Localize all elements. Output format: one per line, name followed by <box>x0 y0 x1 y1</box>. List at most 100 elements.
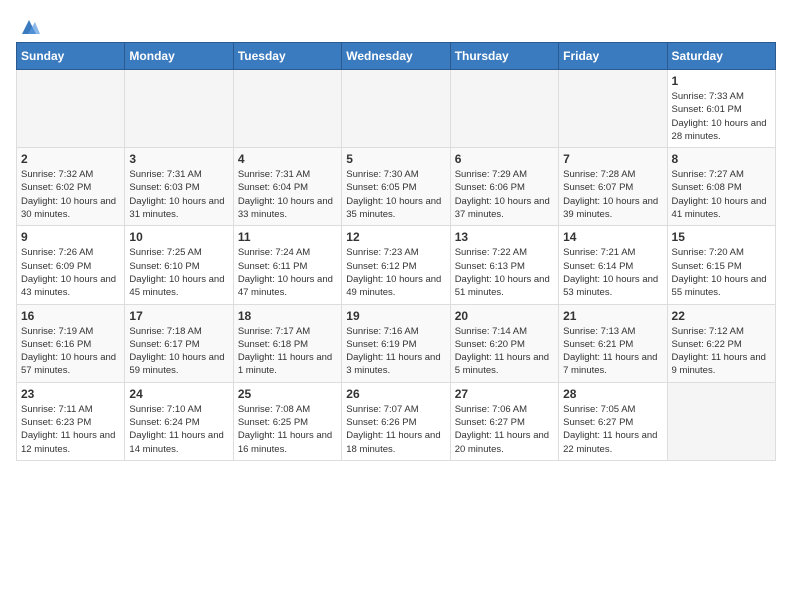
weekday-header: Wednesday <box>342 43 450 70</box>
calendar-cell <box>17 70 125 148</box>
day-number: 3 <box>129 152 228 166</box>
day-info: Sunrise: 7:23 AM Sunset: 6:12 PM Dayligh… <box>346 246 445 299</box>
calendar-cell: 18 Sunrise: 7:17 AM Sunset: 6:18 PM Dayli… <box>233 304 341 382</box>
calendar-cell: 5 Sunrise: 7:30 AM Sunset: 6:05 PM Daylig… <box>342 148 450 226</box>
day-info: Sunrise: 7:19 AM Sunset: 6:16 PM Dayligh… <box>21 325 120 378</box>
calendar-cell: 13 Sunrise: 7:22 AM Sunset: 6:13 PM Dayli… <box>450 226 558 304</box>
calendar-cell: 28 Sunrise: 7:05 AM Sunset: 6:27 PM Dayli… <box>559 382 667 460</box>
day-info: Sunrise: 7:14 AM Sunset: 6:20 PM Dayligh… <box>455 325 554 378</box>
day-info: Sunrise: 7:33 AM Sunset: 6:01 PM Dayligh… <box>672 90 771 143</box>
day-number: 22 <box>672 309 771 323</box>
day-info: Sunrise: 7:29 AM Sunset: 6:06 PM Dayligh… <box>455 168 554 221</box>
day-info: Sunrise: 7:11 AM Sunset: 6:23 PM Dayligh… <box>21 403 120 456</box>
day-info: Sunrise: 7:32 AM Sunset: 6:02 PM Dayligh… <box>21 168 120 221</box>
day-number: 12 <box>346 230 445 244</box>
calendar-cell: 22 Sunrise: 7:12 AM Sunset: 6:22 PM Dayli… <box>667 304 775 382</box>
day-info: Sunrise: 7:22 AM Sunset: 6:13 PM Dayligh… <box>455 246 554 299</box>
calendar-cell: 10 Sunrise: 7:25 AM Sunset: 6:10 PM Dayli… <box>125 226 233 304</box>
calendar-cell: 27 Sunrise: 7:06 AM Sunset: 6:27 PM Dayli… <box>450 382 558 460</box>
calendar-cell: 25 Sunrise: 7:08 AM Sunset: 6:25 PM Dayli… <box>233 382 341 460</box>
day-number: 10 <box>129 230 228 244</box>
day-number: 23 <box>21 387 120 401</box>
day-info: Sunrise: 7:05 AM Sunset: 6:27 PM Dayligh… <box>563 403 662 456</box>
calendar-cell: 7 Sunrise: 7:28 AM Sunset: 6:07 PM Daylig… <box>559 148 667 226</box>
calendar-week-row: 16 Sunrise: 7:19 AM Sunset: 6:16 PM Dayli… <box>17 304 776 382</box>
day-number: 20 <box>455 309 554 323</box>
day-number: 13 <box>455 230 554 244</box>
calendar-week-row: 23 Sunrise: 7:11 AM Sunset: 6:23 PM Dayli… <box>17 382 776 460</box>
calendar-cell: 24 Sunrise: 7:10 AM Sunset: 6:24 PM Dayli… <box>125 382 233 460</box>
calendar-cell <box>450 70 558 148</box>
day-number: 24 <box>129 387 228 401</box>
weekday-header: Friday <box>559 43 667 70</box>
day-number: 28 <box>563 387 662 401</box>
day-number: 25 <box>238 387 337 401</box>
day-number: 1 <box>672 74 771 88</box>
calendar-table: SundayMondayTuesdayWednesdayThursdayFrid… <box>16 42 776 461</box>
day-number: 21 <box>563 309 662 323</box>
calendar-cell: 23 Sunrise: 7:11 AM Sunset: 6:23 PM Dayli… <box>17 382 125 460</box>
day-number: 16 <box>21 309 120 323</box>
calendar-cell <box>125 70 233 148</box>
calendar-cell: 9Sunrise: 7:26 AM Sunset: 6:09 PM Daylig… <box>17 226 125 304</box>
calendar-cell: 17 Sunrise: 7:18 AM Sunset: 6:17 PM Dayli… <box>125 304 233 382</box>
day-number: 17 <box>129 309 228 323</box>
calendar-cell: 16 Sunrise: 7:19 AM Sunset: 6:16 PM Dayli… <box>17 304 125 382</box>
day-number: 8 <box>672 152 771 166</box>
weekday-header: Saturday <box>667 43 775 70</box>
calendar-week-row: 2 Sunrise: 7:32 AM Sunset: 6:02 PM Daylig… <box>17 148 776 226</box>
calendar-cell <box>233 70 341 148</box>
day-info: Sunrise: 7:12 AM Sunset: 6:22 PM Dayligh… <box>672 325 771 378</box>
day-number: 5 <box>346 152 445 166</box>
day-info: Sunrise: 7:18 AM Sunset: 6:17 PM Dayligh… <box>129 325 228 378</box>
day-number: 11 <box>238 230 337 244</box>
calendar-cell: 1 Sunrise: 7:33 AM Sunset: 6:01 PM Daylig… <box>667 70 775 148</box>
day-number: 7 <box>563 152 662 166</box>
calendar-cell: 14Sunrise: 7:21 AM Sunset: 6:14 PM Dayli… <box>559 226 667 304</box>
calendar-cell: 21 Sunrise: 7:13 AM Sunset: 6:21 PM Dayli… <box>559 304 667 382</box>
calendar-week-row: 1 Sunrise: 7:33 AM Sunset: 6:01 PM Daylig… <box>17 70 776 148</box>
day-info: Sunrise: 7:28 AM Sunset: 6:07 PM Dayligh… <box>563 168 662 221</box>
day-number: 15 <box>672 230 771 244</box>
day-info: Sunrise: 7:25 AM Sunset: 6:10 PM Dayligh… <box>129 246 228 299</box>
calendar-cell: 4 Sunrise: 7:31 AM Sunset: 6:04 PM Daylig… <box>233 148 341 226</box>
weekday-header: Thursday <box>450 43 558 70</box>
weekday-header: Tuesday <box>233 43 341 70</box>
day-number: 9 <box>21 230 120 244</box>
day-number: 4 <box>238 152 337 166</box>
calendar-cell: 26 Sunrise: 7:07 AM Sunset: 6:26 PM Dayli… <box>342 382 450 460</box>
day-number: 6 <box>455 152 554 166</box>
calendar-week-row: 9Sunrise: 7:26 AM Sunset: 6:09 PM Daylig… <box>17 226 776 304</box>
weekday-header-row: SundayMondayTuesdayWednesdayThursdayFrid… <box>17 43 776 70</box>
day-number: 18 <box>238 309 337 323</box>
weekday-header: Monday <box>125 43 233 70</box>
day-info: Sunrise: 7:07 AM Sunset: 6:26 PM Dayligh… <box>346 403 445 456</box>
calendar-cell: 11Sunrise: 7:24 AM Sunset: 6:11 PM Dayli… <box>233 226 341 304</box>
day-info: Sunrise: 7:13 AM Sunset: 6:21 PM Dayligh… <box>563 325 662 378</box>
calendar-cell: 8 Sunrise: 7:27 AM Sunset: 6:08 PM Daylig… <box>667 148 775 226</box>
day-info: Sunrise: 7:10 AM Sunset: 6:24 PM Dayligh… <box>129 403 228 456</box>
calendar-cell: 20 Sunrise: 7:14 AM Sunset: 6:20 PM Dayli… <box>450 304 558 382</box>
weekday-header: Sunday <box>17 43 125 70</box>
day-number: 27 <box>455 387 554 401</box>
logo-icon <box>18 16 40 38</box>
day-info: Sunrise: 7:27 AM Sunset: 6:08 PM Dayligh… <box>672 168 771 221</box>
calendar-cell: 19 Sunrise: 7:16 AM Sunset: 6:19 PM Dayli… <box>342 304 450 382</box>
calendar-cell: 6 Sunrise: 7:29 AM Sunset: 6:06 PM Daylig… <box>450 148 558 226</box>
day-info: Sunrise: 7:16 AM Sunset: 6:19 PM Dayligh… <box>346 325 445 378</box>
day-info: Sunrise: 7:30 AM Sunset: 6:05 PM Dayligh… <box>346 168 445 221</box>
day-number: 19 <box>346 309 445 323</box>
day-info: Sunrise: 7:08 AM Sunset: 6:25 PM Dayligh… <box>238 403 337 456</box>
day-info: Sunrise: 7:17 AM Sunset: 6:18 PM Dayligh… <box>238 325 337 378</box>
day-info: Sunrise: 7:31 AM Sunset: 6:04 PM Dayligh… <box>238 168 337 221</box>
day-info: Sunrise: 7:20 AM Sunset: 6:15 PM Dayligh… <box>672 246 771 299</box>
logo <box>16 16 40 38</box>
calendar-cell <box>667 382 775 460</box>
day-number: 26 <box>346 387 445 401</box>
calendar-cell: 2 Sunrise: 7:32 AM Sunset: 6:02 PM Daylig… <box>17 148 125 226</box>
day-number: 2 <box>21 152 120 166</box>
calendar-cell <box>559 70 667 148</box>
page-header <box>16 16 776 38</box>
day-info: Sunrise: 7:06 AM Sunset: 6:27 PM Dayligh… <box>455 403 554 456</box>
day-info: Sunrise: 7:21 AM Sunset: 6:14 PM Dayligh… <box>563 246 662 299</box>
